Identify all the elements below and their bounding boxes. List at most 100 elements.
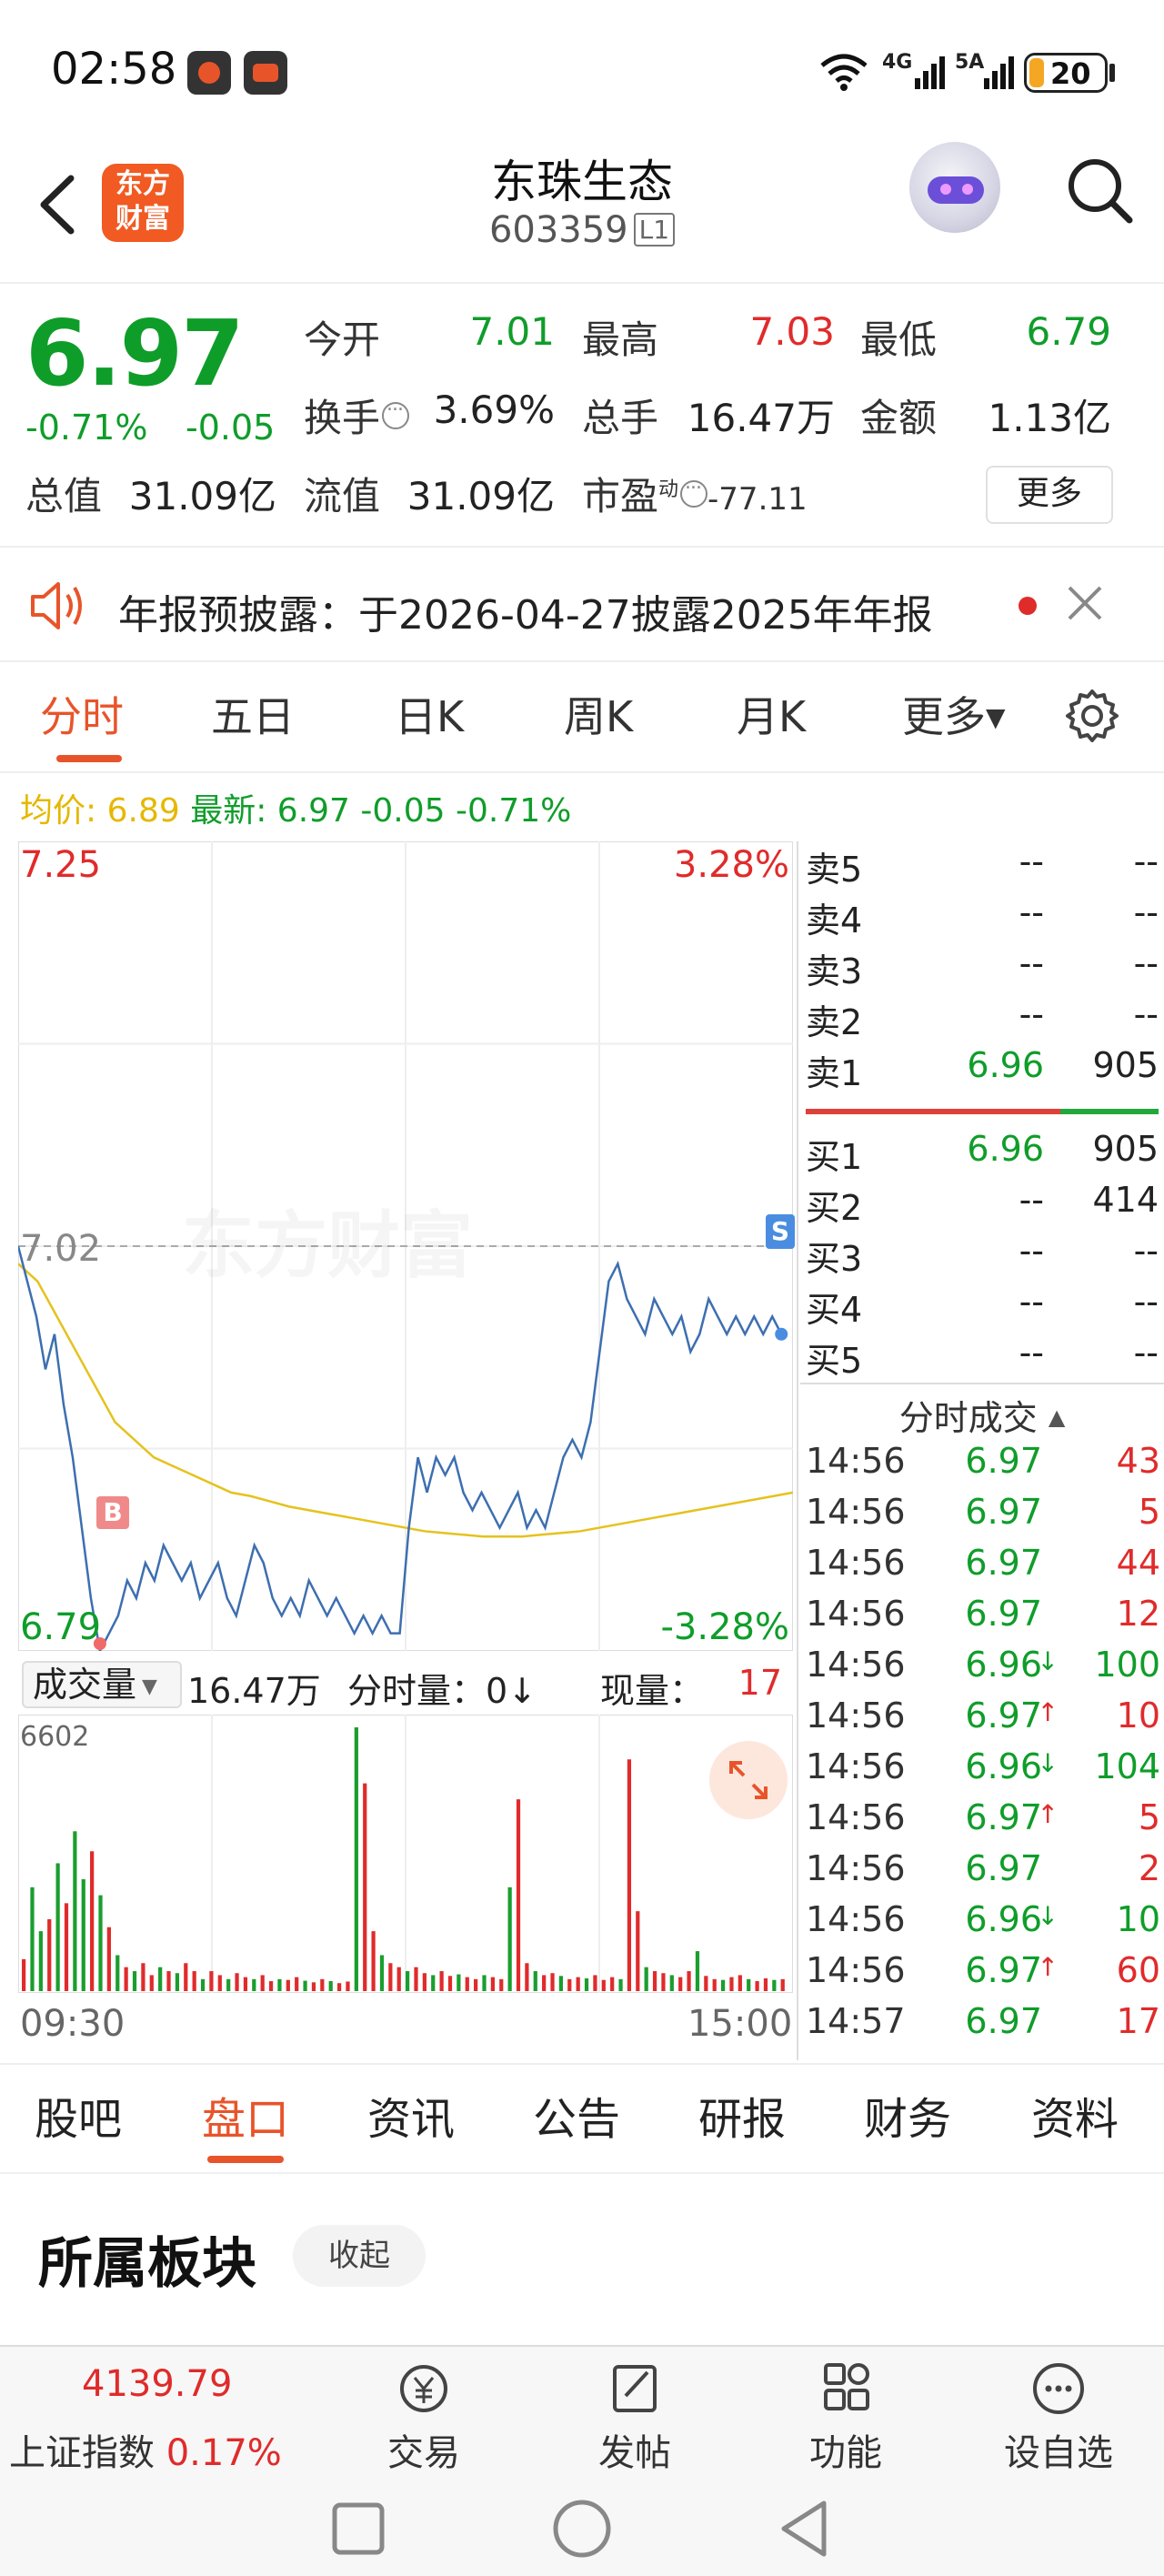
home-icon[interactable]	[551, 2498, 613, 2560]
volume-bar	[396, 1967, 401, 1991]
volume-bar	[30, 1887, 35, 1991]
bid-strength-bar	[1060, 1109, 1159, 1114]
volume-bar	[406, 1971, 410, 1991]
bid-row-2: 买2 -- 414	[806, 1180, 1159, 1228]
recents-icon[interactable]	[329, 2500, 387, 2558]
tick-volume: 44	[1116, 1543, 1160, 1583]
volume-label: 总手	[582, 396, 659, 440]
nav-add-watchlist[interactable]: 设自选	[986, 2360, 1131, 2476]
volume-bar	[354, 1727, 358, 1991]
volume-bar	[439, 1971, 444, 1991]
tab-five-day[interactable]: 五日	[211, 684, 295, 744]
nav-trade[interactable]: 交易	[351, 2360, 497, 2476]
tick-price: 6.97	[965, 1492, 1042, 1532]
active-tab-indicator	[56, 755, 122, 762]
volume-bar	[507, 1887, 512, 1991]
volume-bar	[295, 1977, 299, 1991]
tab-research[interactable]: 研报	[698, 2083, 786, 2147]
tab-daily-k[interactable]: 日K	[395, 684, 464, 744]
volume-max-label: 6602	[20, 1721, 90, 1753]
tick-direction: ↑	[1037, 1799, 1059, 1829]
tick-direction: ↓	[1037, 1748, 1059, 1778]
nav-functions[interactable]: 功能	[773, 2360, 918, 2476]
tab-handicap[interactable]: 盘口	[202, 2083, 289, 2147]
volume-bar	[184, 1963, 188, 1991]
index-value[interactable]: 4139.79	[82, 2363, 232, 2405]
tick-price: 6.97	[965, 1848, 1042, 1888]
tick-time: 14:56	[806, 1645, 906, 1685]
bid-row-1: 买1 6.96 905	[806, 1129, 1159, 1177]
expand-icon[interactable]	[709, 1741, 788, 1819]
low-label: 最低	[860, 317, 938, 362]
video-app-icon	[244, 51, 287, 95]
ticks-header[interactable]: 分时成交 ▲	[800, 1390, 1164, 1440]
volume-bar	[525, 1963, 529, 1991]
tick-direction: ↓	[1037, 1901, 1059, 1931]
assistant-avatar[interactable]	[909, 142, 1000, 233]
tick-volume: 104	[1094, 1746, 1160, 1786]
indicator-selector[interactable]: 成交量 ▼	[22, 1661, 182, 1708]
tick-volume: 100	[1094, 1645, 1160, 1685]
tick-row: 14:56 6.97 5	[806, 1492, 1160, 1543]
divider	[0, 771, 1164, 773]
volume-bar	[482, 1975, 487, 1991]
high-label: 最高	[582, 317, 659, 362]
tick-volume: 5	[1138, 1492, 1160, 1532]
tab-profile[interactable]: 资料	[1031, 2083, 1119, 2147]
unread-dot	[1018, 597, 1037, 615]
back-icon[interactable]	[775, 2498, 833, 2560]
gear-icon[interactable]	[1064, 688, 1120, 744]
volume-bar	[618, 1978, 623, 1991]
volume-bar	[652, 1971, 657, 1991]
tick-price: 6.96	[965, 1746, 1042, 1786]
tick-price: 6.97	[965, 2001, 1042, 2041]
tick-volume: 17	[1116, 2001, 1160, 2041]
float-cap-label: 流值	[304, 474, 381, 518]
tab-monthly-k[interactable]: 月K	[737, 684, 806, 744]
volume-bar	[277, 1978, 282, 1991]
chevron-up-icon: ▲	[1048, 1404, 1066, 1430]
tab-weekly-k[interactable]: 周K	[564, 684, 633, 744]
volume-bar	[336, 1983, 342, 1991]
volume-total: 16.47万	[187, 1671, 321, 1711]
volume-bar	[431, 1975, 436, 1991]
tick-row: 14:56 6.97 43	[806, 1441, 1160, 1492]
tick-time: 14:56	[806, 1950, 906, 1990]
sell-signal-badge[interactable]: S	[766, 1214, 795, 1249]
collapse-button[interactable]: 收起	[293, 2225, 426, 2287]
tab-more[interactable]: 更多▼	[902, 684, 1006, 744]
tick-price: 6.96	[965, 1645, 1042, 1685]
volume-bar	[38, 1931, 43, 1991]
time-axis-start: 09:30	[20, 2003, 125, 2045]
volume-bar	[610, 1977, 615, 1991]
tick-direction: ↓	[1037, 1646, 1059, 1676]
volume-bar	[738, 1975, 742, 1991]
sector-title: 所属板块	[38, 2232, 256, 2296]
buy-signal-badge[interactable]: B	[96, 1496, 129, 1529]
tab-announcements[interactable]: 公告	[533, 2083, 620, 2147]
tab-intraday[interactable]: 分时	[40, 684, 124, 744]
tab-forum[interactable]: 股吧	[35, 2083, 122, 2147]
nav-post[interactable]: 发帖	[562, 2360, 707, 2476]
pe-sup: 动	[658, 478, 679, 501]
tick-volume: 10	[1116, 1899, 1160, 1939]
volume-bar	[115, 1955, 120, 1991]
tab-news[interactable]: 资讯	[367, 2083, 455, 2147]
volume-bar	[149, 1975, 154, 1991]
volume-bar	[747, 1978, 751, 1991]
volume-bar	[166, 1971, 171, 1991]
volume-bar	[81, 1879, 85, 1991]
search-icon[interactable]	[1064, 155, 1137, 227]
volume-bar	[550, 1973, 555, 1991]
volume-bar	[414, 1967, 418, 1991]
volume-bar	[379, 1955, 385, 1991]
tick-volume: 2	[1138, 1848, 1160, 1888]
minute-volume: 分时量：0↓	[347, 1671, 537, 1711]
avg-price-label: 均价:	[20, 792, 97, 830]
close-icon[interactable]	[1062, 580, 1108, 626]
volume-bar	[627, 1759, 632, 1991]
current-volume-label: 现量：	[600, 1671, 705, 1711]
tab-finance[interactable]: 财务	[864, 2083, 951, 2147]
low-value: 6.79	[1026, 309, 1111, 354]
more-button[interactable]: 更多	[986, 466, 1113, 524]
